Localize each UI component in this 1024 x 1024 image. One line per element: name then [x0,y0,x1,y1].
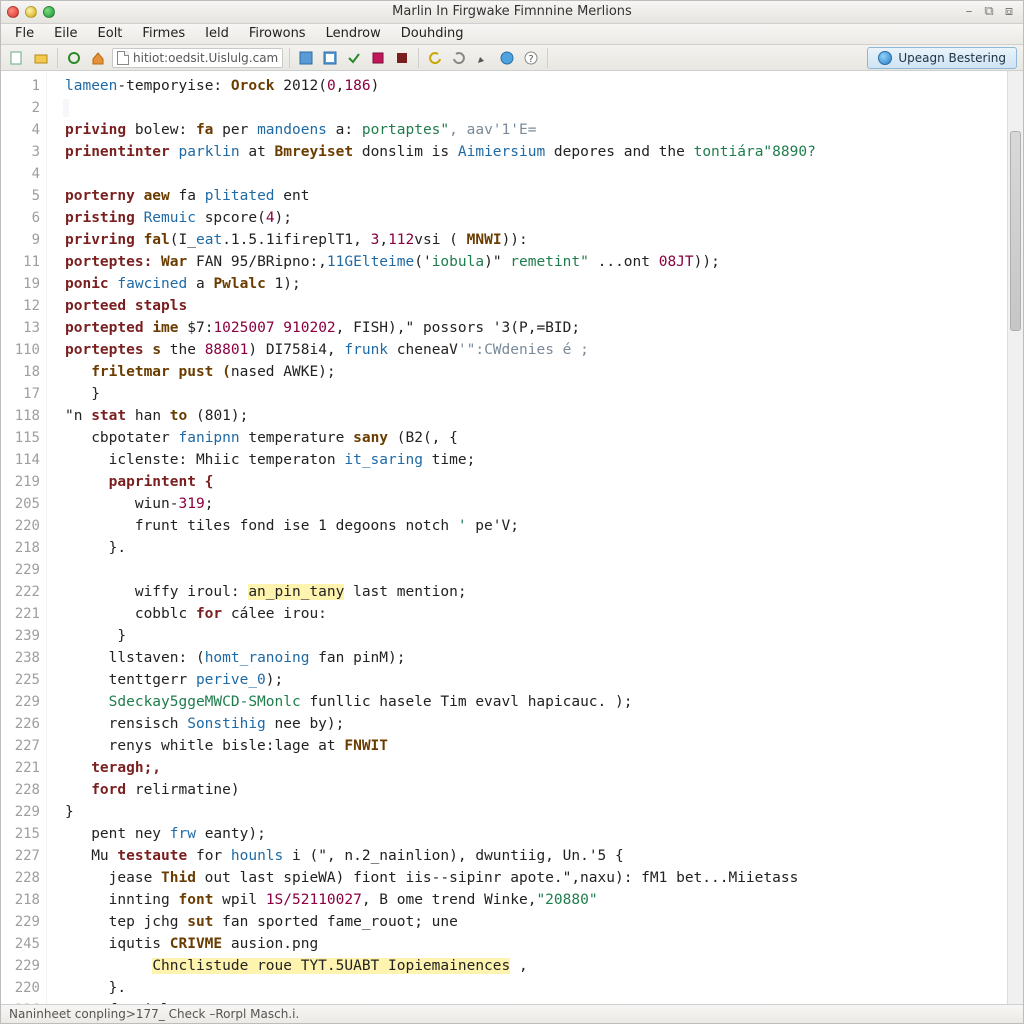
menu-douhding[interactable]: Douhding [391,24,474,44]
tb-home-icon[interactable] [88,48,108,68]
menu-ield[interactable]: Ield [195,24,239,44]
menu-eolt[interactable]: Eolt [88,24,133,44]
tb-stop-icon[interactable] [392,48,412,68]
tb-tile2-icon[interactable] [320,48,340,68]
scrollbar-thumb[interactable] [1010,131,1021,331]
line-number-gutter[interactable]: 1243456911191213110181711811511421920522… [1,71,47,1003]
tb-undo-icon[interactable] [425,48,445,68]
toolbar: hitiot:oedsit.Uislulg.cam ? Upeagn Beste… [1,45,1023,71]
window-controls-left [7,6,55,18]
fold-column[interactable] [47,71,59,1003]
status-text: Naninheet conpling>177_ Check –Rorpl Mas… [9,1007,299,1021]
tab-label: Upeagn Bestering [898,51,1006,65]
menu-lendrow[interactable]: Lendrow [316,24,391,44]
menu-firmes[interactable]: Firmes [132,24,195,44]
tb-redo-icon[interactable] [449,48,469,68]
window-controls-right: – ⧉ ⧈ [961,4,1017,19]
tb-refresh-icon[interactable] [64,48,84,68]
tb-edit-icon[interactable] [473,48,493,68]
editor-area: 1243456911191213110181711811511421920522… [1,71,1023,1003]
toolbar-separator [547,48,548,68]
menu-file[interactable]: Fle [5,24,44,44]
address-text: hitiot:oedsit.Uislulg.cam [133,51,278,65]
menu-eile[interactable]: Eile [44,24,87,44]
tb-check-icon[interactable] [344,48,364,68]
toolbar-separator [289,48,290,68]
minimize-button[interactable]: – [961,4,977,19]
active-tab[interactable]: Upeagn Bestering [867,47,1017,69]
code-view[interactable]: lameen-temporyise: Orock 2012(0,186)priv… [59,71,1007,1003]
menubar[interactable]: Fle Eile Eolt Firmes Ield Firowons Lendr… [1,24,1023,45]
toolbar-separator [418,48,419,68]
maximize-window-icon[interactable] [43,6,55,18]
restore-button[interactable]: ⧉ [981,4,997,19]
titlebar[interactable]: Marlin In Firgwake Fimnnine Merlions – ⧉… [1,1,1023,24]
page-icon [117,51,129,65]
address-bar[interactable]: hitiot:oedsit.Uislulg.cam [112,48,283,68]
tb-tile1-icon[interactable] [296,48,316,68]
window-title: Marlin In Firgwake Fimnnine Merlions [1,4,1023,19]
close-window-icon[interactable] [7,6,19,18]
tb-new-icon[interactable] [7,48,27,68]
statusbar: Naninheet conpling>177_ Check –Rorpl Mas… [1,1004,1023,1023]
tb-globe-icon[interactable] [497,48,517,68]
tb-book-icon[interactable] [368,48,388,68]
app-window: Marlin In Firgwake Fimnnine Merlions – ⧉… [0,0,1024,1024]
svg-text:?: ? [529,54,534,65]
menu-firowons[interactable]: Firowons [239,24,316,44]
close-button[interactable]: ⧈ [1001,4,1017,19]
globe-icon [878,51,892,65]
tb-open-icon[interactable] [31,48,51,68]
toolbar-separator [57,48,58,68]
tb-help-icon[interactable]: ? [521,48,541,68]
minimize-window-icon[interactable] [25,6,37,18]
vertical-scrollbar[interactable] [1007,71,1023,1003]
